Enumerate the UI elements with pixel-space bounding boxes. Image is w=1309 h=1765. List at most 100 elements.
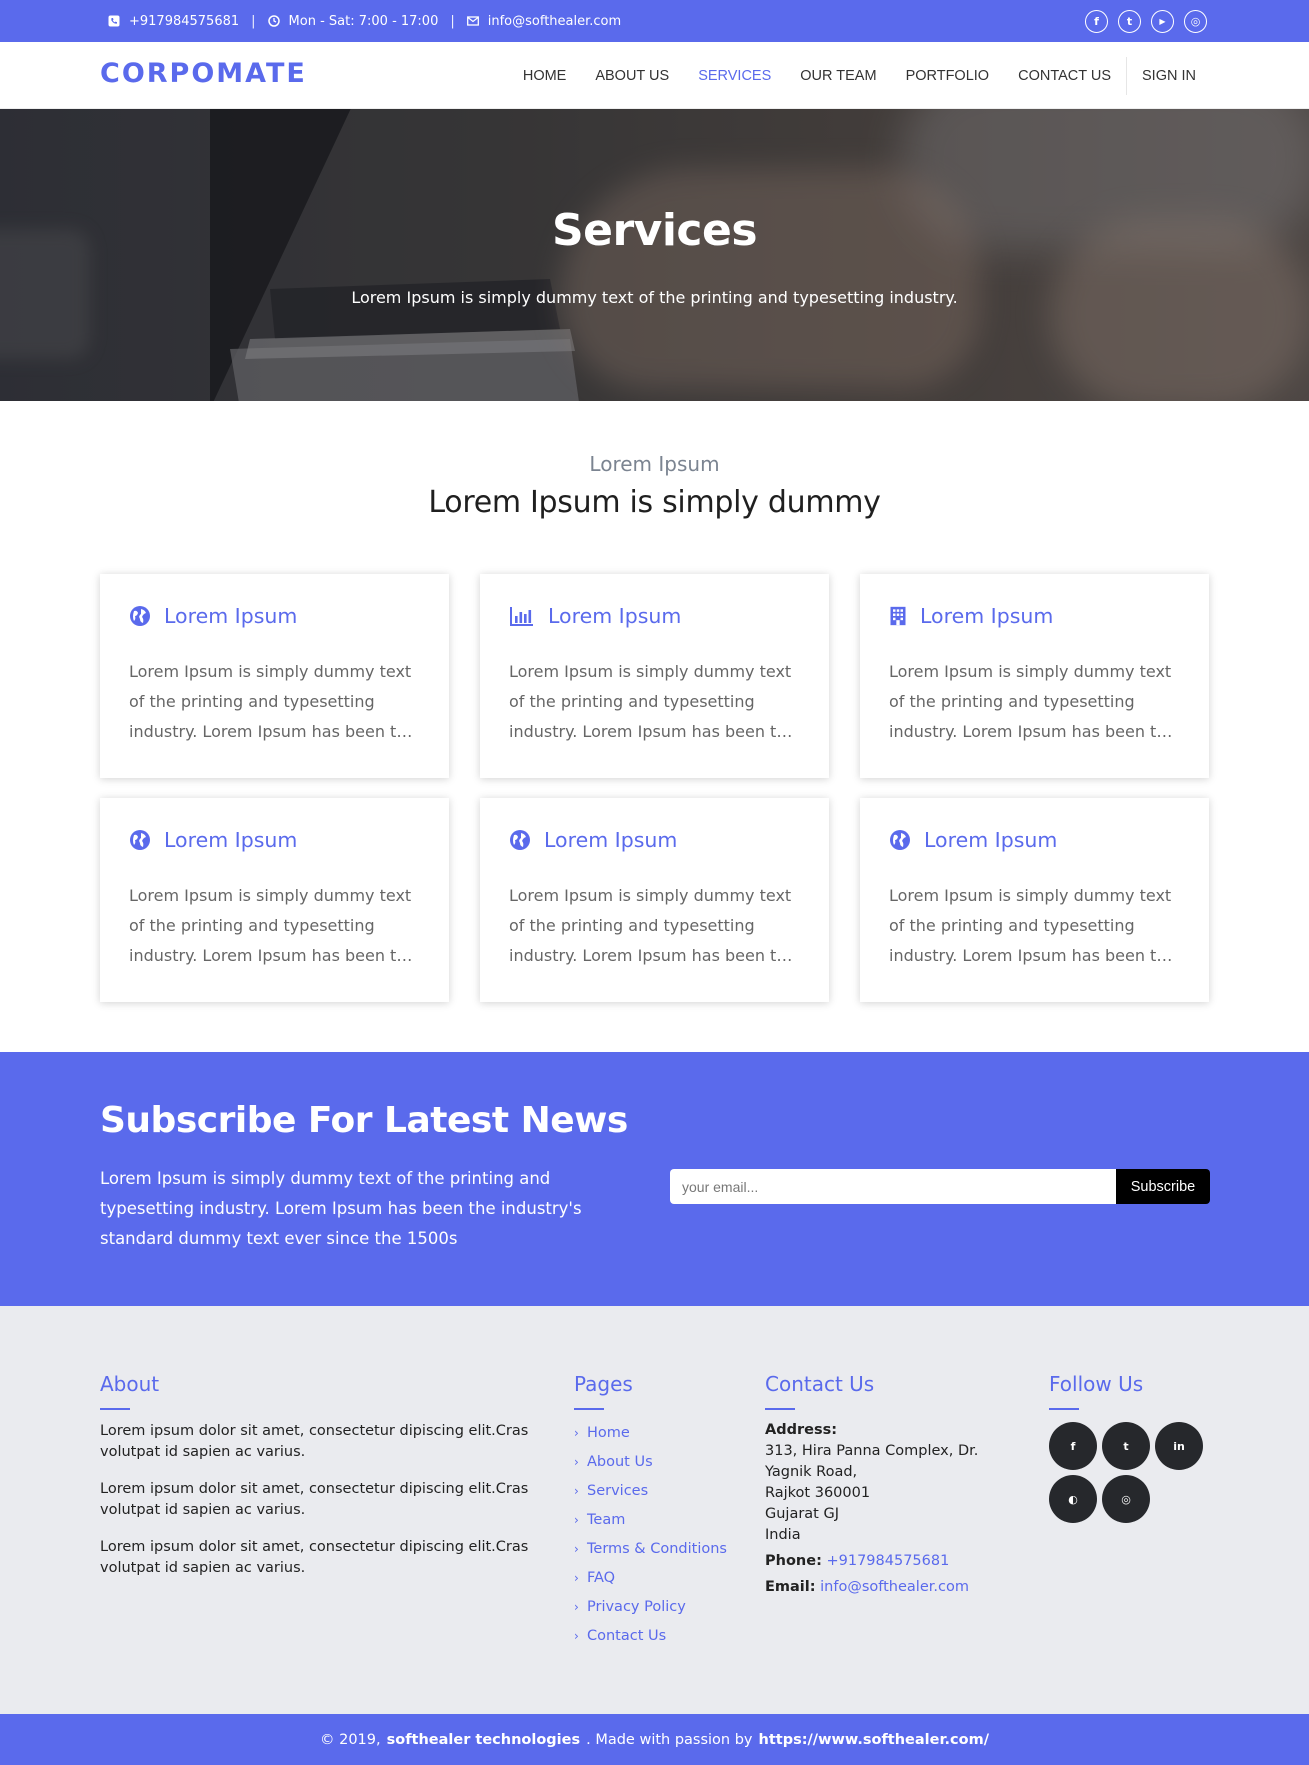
service-card-title: Lorem Ipsum — [924, 828, 1058, 852]
service-card-title: Lorem Ipsum — [544, 828, 678, 852]
footer-page-link-label: FAQ — [587, 1569, 616, 1586]
nav-item-portfolio[interactable]: PORTFOLIO — [906, 68, 990, 84]
bar-chart-icon — [510, 607, 533, 626]
service-card-text: Lorem Ipsum is simply dummy text of the … — [889, 662, 1177, 741]
service-card[interactable]: Lorem Ipsum Lorem Ipsum is simply dummy … — [100, 798, 449, 1002]
top-bar: +917984575681 | Mon - Sat: 7:00 - 17:00 … — [0, 0, 1309, 42]
footer-contact-info: Address: 313, Hira Panna Complex, Dr. Ya… — [765, 1420, 1025, 1598]
globe-icon — [890, 830, 910, 850]
section-heading: Lorem Ipsum is simply dummy — [428, 485, 881, 520]
footer-page-link-label: About Us — [587, 1453, 653, 1470]
top-social-links: f t ▶ ◎ — [1085, 10, 1207, 33]
top-separator: | — [450, 13, 455, 29]
footer-about-paragraph: Lorem ipsum dolor sit amet, consectetur … — [100, 1423, 529, 1460]
footer-page-link[interactable]: › Contact Us — [574, 1621, 727, 1650]
copyright-bar: © 2019, softhealer technologies . Made w… — [0, 1714, 1309, 1765]
company-url-link[interactable]: https://www.softhealer.com/ — [759, 1732, 990, 1748]
nav-divider — [1126, 56, 1128, 95]
footer-page-link-label: Team — [587, 1511, 626, 1528]
footer-page-link-label: Privacy Policy — [587, 1598, 686, 1615]
youtube-icon[interactable]: ▶ — [1151, 10, 1174, 33]
service-card-header: Lorem Ipsum — [128, 604, 297, 628]
nav-item-our-team[interactable]: OUR TEAM — [800, 68, 876, 84]
service-card-title: Lorem Ipsum — [164, 604, 298, 628]
building-icon — [890, 606, 906, 626]
chevron-right-icon: › — [574, 1570, 579, 1585]
service-card-header: Lorem Ipsum — [508, 604, 681, 628]
footer-page-link[interactable]: › Home — [574, 1418, 727, 1447]
service-card-text: Lorem Ipsum is simply dummy text of the … — [509, 662, 797, 741]
top-contact-info: +917984575681 | Mon - Sat: 7:00 - 17:00 … — [108, 0, 621, 42]
service-card[interactable]: Lorem Ipsum Lorem Ipsum is simply dummy … — [860, 574, 1209, 778]
nav-menu: HOME ABOUT US SERVICES OUR TEAM PORTFOLI… — [494, 42, 1196, 109]
service-card[interactable]: Lorem Ipsum Lorem Ipsum is simply dummy … — [480, 798, 829, 1002]
chevron-right-icon: › — [574, 1599, 579, 1614]
footer-page-link[interactable]: › Team — [574, 1505, 727, 1534]
service-card[interactable]: Lorem Ipsum Lorem Ipsum is simply dummy … — [860, 798, 1209, 1002]
instagram-icon[interactable]: ◎ — [1184, 10, 1207, 33]
footer-phone-link[interactable]: +917984575681 — [826, 1553, 949, 1569]
subscribe-text: Lorem Ipsum is simply dummy text of the … — [100, 1169, 582, 1248]
footer-page-link[interactable]: › Privacy Policy — [574, 1592, 727, 1621]
nav-item-home[interactable]: HOME — [523, 68, 567, 84]
top-phone-text: +917984575681 — [129, 13, 240, 29]
top-hours: Mon - Sat: 7:00 - 17:00 — [267, 13, 439, 29]
company-name: softhealer technologies — [386, 1731, 581, 1748]
nav-item-sign-in[interactable]: SIGN IN — [1142, 68, 1196, 84]
service-card-header: Lorem Ipsum — [508, 828, 677, 852]
footer-page-link[interactable]: › Terms & Conditions — [574, 1534, 727, 1563]
subscribe-email-input[interactable] — [670, 1169, 1116, 1204]
twitter-icon[interactable]: t — [1118, 10, 1141, 33]
main-navbar: CORPOMATE HOME ABOUT US SERVICES OUR TEA… — [0, 42, 1309, 109]
facebook-icon[interactable]: f — [1085, 10, 1108, 33]
phone-label: Phone: — [765, 1553, 822, 1569]
subscribe-section: Subscribe For Latest News Lorem Ipsum is… — [0, 1052, 1309, 1306]
footer-pages-list: › Home › About Us › Services › Team › Terms &… — [574, 1418, 727, 1650]
nav-item-about-us[interactable]: ABOUT US — [595, 68, 669, 84]
service-card-text: Lorem Ipsum is simply dummy text of the … — [509, 886, 797, 965]
chevron-right-icon: › — [574, 1628, 579, 1643]
footer-page-link[interactable]: › FAQ — [574, 1563, 727, 1592]
nav-item-contact-us[interactable]: CONTACT US — [1018, 68, 1111, 84]
brand-logo[interactable]: CORPOMATE — [100, 58, 307, 89]
footer-page-link[interactable]: › About Us — [574, 1447, 727, 1476]
footer-follow-title: Follow Us — [1049, 1372, 1144, 1410]
globe-icon — [510, 830, 530, 850]
address-label: Address: — [765, 1422, 838, 1438]
copyright-middle: . Made with passion by — [586, 1731, 753, 1748]
service-card-text: Lorem Ipsum is simply dummy text of the … — [129, 662, 417, 741]
section-kicker: Lorem Ipsum — [589, 452, 720, 476]
hero-title: Services — [551, 205, 758, 256]
twitter-icon[interactable]: t — [1102, 1422, 1150, 1470]
service-card[interactable]: Lorem Ipsum Lorem Ipsum is simply dummy … — [480, 574, 829, 778]
chevron-right-icon: › — [574, 1512, 579, 1527]
top-hours-text: Mon - Sat: 7:00 - 17:00 — [288, 13, 439, 29]
footer-page-link-label: Services — [587, 1482, 649, 1499]
clock-icon — [267, 15, 280, 27]
service-card-title: Lorem Ipsum — [920, 604, 1054, 628]
email-label: Email: — [765, 1579, 816, 1595]
chevron-right-icon: › — [574, 1541, 579, 1556]
envelope-icon — [466, 16, 479, 26]
footer-about-title: About — [100, 1372, 160, 1410]
footer-social-links: f t in ◐ ◎ — [1049, 1422, 1209, 1523]
footer-email-link[interactable]: info@softhealer.com — [820, 1579, 969, 1595]
github-icon[interactable]: ◐ — [1049, 1475, 1097, 1523]
nav-item-services[interactable]: SERVICES — [698, 68, 771, 84]
subscribe-button[interactable]: Subscribe — [1116, 1169, 1210, 1204]
facebook-icon[interactable]: f — [1049, 1422, 1097, 1470]
footer-pages-title: Pages — [574, 1372, 633, 1410]
top-phone[interactable]: +917984575681 — [108, 14, 239, 29]
service-card-title: Lorem Ipsum — [548, 604, 682, 628]
chevron-right-icon: › — [574, 1483, 579, 1498]
globe-icon — [130, 606, 150, 626]
service-card[interactable]: Lorem Ipsum Lorem Ipsum is simply dummy … — [100, 574, 449, 778]
chevron-right-icon: › — [574, 1454, 579, 1469]
hero-subtitle: Lorem Ipsum is simply dummy text of the … — [351, 288, 958, 307]
top-email[interactable]: info@softhealer.com — [466, 14, 621, 29]
address-line: 313, Hira Panna Complex, Dr. Yagnik Road… — [765, 1443, 979, 1480]
footer-contact-title: Contact Us — [765, 1372, 875, 1410]
linkedin-icon[interactable]: in — [1155, 1422, 1203, 1470]
instagram-icon[interactable]: ◎ — [1102, 1475, 1150, 1523]
footer-page-link[interactable]: › Services — [574, 1476, 727, 1505]
